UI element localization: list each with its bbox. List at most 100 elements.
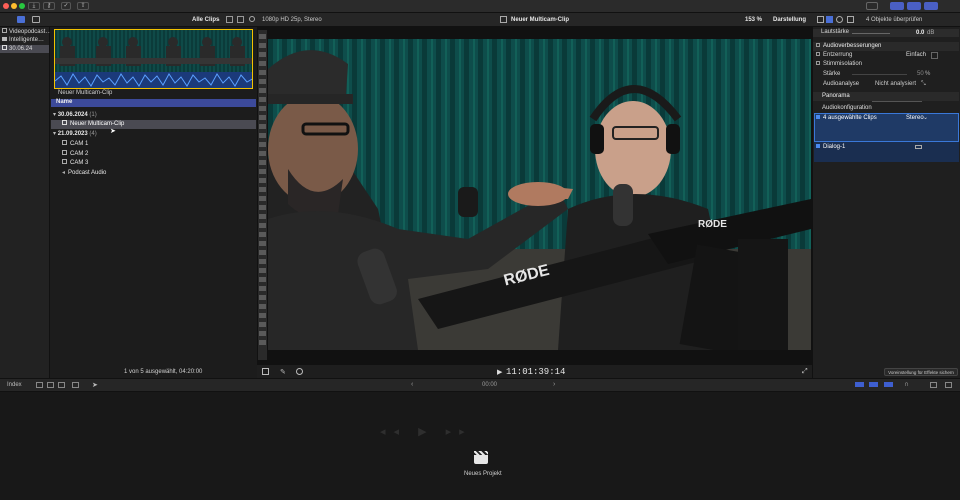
voice-isolation-label: Stimmisolation bbox=[823, 61, 863, 67]
inspector-panel bbox=[812, 27, 960, 378]
close-window-button[interactable] bbox=[3, 3, 9, 9]
enhance-tool-icon[interactable]: ✎ bbox=[280, 368, 286, 376]
browser-clip-row[interactable]: CAM 1 bbox=[51, 140, 256, 149]
angle-strip-thumbnails bbox=[259, 34, 266, 345]
video-frame[interactable]: RØDE RØDE bbox=[268, 39, 811, 350]
browser-clip-row[interactable]: CAM 2 bbox=[51, 150, 256, 159]
library-item[interactable]: Intelligente… bbox=[2, 37, 49, 45]
inspector-video-tab[interactable] bbox=[817, 16, 824, 23]
pan-label: Panorama bbox=[822, 93, 850, 99]
effects-browser-icon[interactable] bbox=[945, 382, 952, 388]
strength-label: Stärke bbox=[823, 71, 841, 77]
clip-overwrite-icon[interactable] bbox=[72, 382, 79, 388]
library-item[interactable]: Videopodcast… bbox=[2, 28, 52, 36]
minimize-window-button[interactable] bbox=[11, 3, 17, 9]
browser-clip-row[interactable]: Neuer Multicam-Clip bbox=[51, 120, 256, 129]
background-tasks-button[interactable]: ✓ bbox=[61, 2, 71, 10]
search-icon[interactable] bbox=[249, 16, 255, 22]
checkbox-icon[interactable] bbox=[816, 43, 820, 47]
display-menu[interactable]: Darstellung bbox=[773, 17, 806, 23]
viewer-title: Neuer Multicam-Clip bbox=[511, 17, 570, 23]
denoise-popup[interactable]: Einfach bbox=[906, 52, 926, 58]
volume-slider[interactable] bbox=[852, 33, 890, 34]
filmstrip-thumbnail[interactable] bbox=[54, 29, 253, 89]
denoise-checkbox[interactable] bbox=[816, 52, 820, 56]
libraries-icon[interactable] bbox=[17, 16, 25, 23]
mic-brand-text-2: RØDE bbox=[698, 219, 727, 230]
audio-skimming-icon[interactable] bbox=[855, 382, 864, 387]
library-item-label: Videopodcast… bbox=[9, 29, 52, 35]
zoom-level-menu[interactable]: 153 % bbox=[745, 17, 762, 23]
show-inspector-toggle[interactable] bbox=[924, 2, 938, 10]
transform-tool-icon[interactable] bbox=[262, 368, 269, 375]
show-timeline-toggle[interactable] bbox=[907, 2, 921, 10]
event-group-row[interactable]: ▾ 30.06.2024 (1) bbox=[51, 111, 256, 119]
channel-mode-popup[interactable]: Stereo bbox=[906, 115, 924, 121]
new-project-label[interactable]: Neues Projekt bbox=[464, 471, 502, 477]
volume-unit: dB bbox=[927, 30, 935, 36]
selected-clips-checkbox[interactable] bbox=[816, 115, 820, 119]
disclosure-triangle-icon[interactable]: ▾ bbox=[53, 131, 56, 137]
inspector-info-tab[interactable] bbox=[836, 16, 843, 23]
layout-toggle-icon[interactable] bbox=[866, 2, 878, 10]
timeline-area[interactable] bbox=[0, 392, 960, 500]
save-effects-preset-button[interactable]: Voreinstellung für Effekte sichern bbox=[884, 368, 958, 376]
voice-isolation-checkbox[interactable] bbox=[816, 61, 820, 65]
volume-value[interactable]: 0.0 bbox=[916, 30, 924, 36]
library-icon bbox=[2, 28, 7, 33]
clip-label: CAM 1 bbox=[70, 141, 89, 147]
strength-unit: % bbox=[925, 71, 931, 77]
multicam-clip-icon bbox=[62, 120, 67, 125]
folder-icon bbox=[2, 37, 7, 41]
dialog-checkbox[interactable] bbox=[816, 144, 820, 148]
disclosure-triangle-icon[interactable]: ▾ bbox=[53, 112, 56, 118]
zoom-window-button[interactable] bbox=[19, 3, 25, 9]
selected-clips-label: 4 ausgewählte Clips bbox=[823, 115, 877, 121]
snapping-icon[interactable] bbox=[884, 382, 893, 387]
pan-slider[interactable] bbox=[872, 101, 922, 102]
solo-icon[interactable] bbox=[869, 382, 878, 387]
video-clip-icon bbox=[62, 140, 67, 145]
clip-label: CAM 2 bbox=[70, 151, 89, 157]
event-group-row[interactable]: ▾ 21.09.2023 (4) bbox=[51, 130, 256, 138]
show-browser-toggle[interactable] bbox=[890, 2, 904, 10]
library-item[interactable]: 30.06.24 bbox=[0, 45, 49, 53]
inspector-audio-tab[interactable] bbox=[826, 16, 833, 23]
index-button[interactable]: Index bbox=[7, 382, 22, 388]
browser-clip-row[interactable]: CAM 3 bbox=[51, 159, 256, 168]
timeline-time-display: 00:00 bbox=[482, 382, 498, 388]
strength-slider[interactable] bbox=[852, 74, 907, 75]
analyze-icon[interactable]: ⤡ bbox=[921, 81, 926, 88]
clip-appearance-icon[interactable] bbox=[930, 382, 937, 388]
strength-value[interactable]: 50 bbox=[917, 71, 924, 77]
denoise-options-button[interactable] bbox=[931, 52, 938, 59]
select-tool-icon[interactable]: ➤ bbox=[92, 381, 98, 389]
import-button[interactable]: ⤓ bbox=[28, 2, 40, 10]
clip-insert-icon[interactable] bbox=[47, 382, 54, 388]
clip-label: CAM 3 bbox=[70, 160, 89, 166]
chevron-left-icon[interactable]: ‹ bbox=[411, 381, 413, 388]
speed-tool-icon[interactable] bbox=[296, 368, 303, 375]
share-button[interactable]: ⇧ bbox=[77, 2, 89, 10]
filmstrip-view-icon[interactable] bbox=[226, 16, 233, 23]
keyword-button[interactable]: ⚷ bbox=[43, 2, 55, 10]
headphones-icon[interactable]: ∩ bbox=[904, 381, 909, 388]
volume-label: Lautstärke bbox=[821, 29, 850, 35]
clip-label: Neuer Multicam-Clip bbox=[70, 121, 125, 127]
chevron-right-icon[interactable]: › bbox=[553, 381, 555, 388]
inspector-effects-tab[interactable] bbox=[847, 16, 854, 23]
library-sidebar bbox=[0, 27, 50, 378]
clip-append-icon[interactable] bbox=[58, 382, 65, 388]
column-header-label: Name bbox=[56, 99, 73, 105]
browser-clip-row[interactable]: ◂ Podcast Audio bbox=[51, 169, 256, 178]
photos-audio-icon[interactable] bbox=[32, 16, 40, 23]
play-icon[interactable]: ▶ bbox=[497, 368, 502, 376]
clip-appearance-icon[interactable] bbox=[237, 16, 244, 23]
group-date: 21.09.2023 bbox=[57, 131, 88, 137]
fullscreen-icon[interactable]: ⤢ bbox=[802, 368, 808, 376]
analysis-label: Audioanalyse bbox=[823, 81, 860, 87]
enhancements-header: Audioverbesserungen bbox=[813, 42, 959, 51]
dialog-label: Dialog-1 bbox=[823, 144, 846, 150]
clip-connect-icon[interactable] bbox=[36, 382, 43, 388]
browser-column-header[interactable]: Name bbox=[51, 99, 256, 107]
